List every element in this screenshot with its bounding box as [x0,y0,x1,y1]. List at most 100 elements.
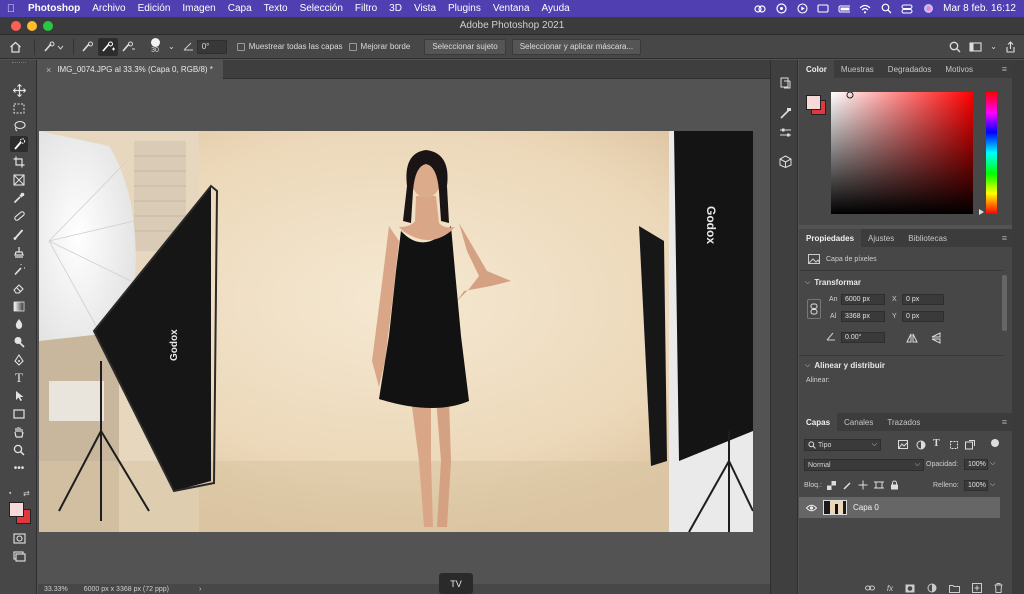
height-field[interactable]: 3368 px [841,311,885,322]
link-layers-icon[interactable] [864,584,875,592]
workspace-icon[interactable] [969,41,982,52]
new-group-icon[interactable] [949,584,961,593]
menu-app-photoshop[interactable]: Photoshop [22,3,86,14]
tab-channels[interactable]: Canales [837,413,880,431]
flip-horizontal-icon[interactable] [906,333,918,345]
clone-stamp-tool[interactable] [10,244,28,260]
quick-selection-tool[interactable] [10,136,28,152]
filter-pixel-icon[interactable] [898,440,908,449]
delete-layer-icon[interactable] [994,583,1003,593]
color-field[interactable] [831,91,973,214]
clock[interactable]: Mar 8 feb. 16:12 [943,3,1016,14]
close-window-button[interactable] [11,21,21,31]
control-icon[interactable] [817,3,829,14]
lock-all-icon[interactable] [890,480,899,490]
blend-mode-select[interactable]: Normal ⌵ [804,459,924,471]
tab-layers[interactable]: Capas [799,413,838,431]
menu-imagen[interactable]: Imagen [176,3,221,14]
creative-cloud-icon[interactable] [754,3,766,14]
angle-field[interactable]: 0° [196,39,227,54]
enhance-edge-checkbox[interactable]: Mejorar borde [348,42,410,51]
select-subject-button[interactable]: Seleccionar sujeto [424,38,506,55]
fill-field[interactable]: 100% [964,480,988,491]
foreground-color-swatch[interactable] [9,502,24,517]
edit-toolbar-button[interactable]: ••• [10,460,28,476]
menu-edicion[interactable]: Edición [132,3,177,14]
hand-tool[interactable] [10,424,28,440]
tab-swatches[interactable]: Muestras [834,60,881,78]
brush-settings-panel-icon[interactable] [776,105,794,121]
type-tool[interactable]: T [10,370,28,386]
canvas-area[interactable]: Godox Godox [38,79,770,584]
transform-section-header[interactable]: ⌵ Transformar [805,278,861,287]
tab-libraries[interactable]: Bibliotecas [901,229,954,247]
menu-vista[interactable]: Vista [408,3,442,14]
properties-scrollbar[interactable] [1002,275,1007,331]
filter-adjustment-icon[interactable] [916,440,926,450]
healing-brush-tool[interactable] [10,208,28,224]
status-menu-arrow-icon[interactable]: › [199,586,201,593]
link-dimensions-button[interactable] [807,299,821,319]
move-tool[interactable] [10,82,28,98]
layer-filter-kind-select[interactable]: Tipo ⌵ [804,439,881,451]
evernote-icon[interactable] [775,3,787,14]
chevron-down-icon[interactable]: ⌄ [168,42,175,51]
eraser-tool[interactable] [10,280,28,296]
document-canvas[interactable]: Godox Godox [39,131,753,532]
layer-name[interactable]: Capa 0 [853,503,879,512]
menu-ayuda[interactable]: Ayuda [536,3,576,14]
pen-tool[interactable] [10,352,28,368]
subtract-from-selection-mode-button[interactable] [118,38,138,56]
tool-preset-picker[interactable] [39,38,69,56]
rectangle-tool[interactable] [10,406,28,422]
crop-tool[interactable] [10,154,28,170]
dodge-tool[interactable] [10,334,28,350]
sample-all-layers-checkbox[interactable]: Muestrear todas las capas [236,42,343,51]
hue-slider[interactable] [986,92,997,214]
history-brush-tool[interactable] [10,262,28,278]
path-selection-tool[interactable] [10,388,28,404]
add-mask-icon[interactable] [905,584,915,593]
panel-menu-icon[interactable]: ≡ [1002,64,1007,74]
zoom-tool[interactable] [10,442,28,458]
panel-menu-icon[interactable]: ≡ [1002,417,1007,427]
apple-icon[interactable]:  [0,3,22,15]
default-colors-icon[interactable]: ▪ [9,490,11,497]
tab-color[interactable]: Color [799,60,834,78]
menu-capa[interactable]: Capa [222,3,258,14]
add-to-selection-mode-button[interactable] [98,37,118,56]
wifi-icon[interactable] [859,3,871,14]
adjustments-panel-icon[interactable] [776,124,794,140]
quick-mask-button[interactable] [10,530,28,546]
layer-row[interactable]: Capa 0 [799,497,1000,518]
layer-visibility-eye-icon[interactable] [799,504,823,512]
tab-adjustments[interactable]: Ajustes [861,229,901,247]
flip-vertical-icon[interactable] [931,332,941,346]
menu-ventana[interactable]: Ventana [487,3,536,14]
home-button[interactable] [0,38,30,56]
opacity-field[interactable]: 100% [964,459,988,470]
menu-3d[interactable]: 3D [383,3,408,14]
menu-filtro[interactable]: Filtro [349,3,383,14]
filter-type-icon[interactable]: T [933,438,940,449]
hue-slider-handle[interactable] [979,209,984,215]
lock-position-icon[interactable] [858,480,868,490]
panel-menu-icon[interactable]: ≡ [1002,233,1007,243]
menu-texto[interactable]: Texto [258,3,294,14]
chevron-down-icon[interactable]: ⌵ [990,481,995,489]
brush-tool[interactable] [10,226,28,242]
history-panel-icon[interactable] [776,74,794,90]
battery-icon[interactable] [838,3,851,14]
filter-toggle-icon[interactable] [991,439,999,447]
tab-patterns[interactable]: Motivos [938,60,980,78]
minimize-window-button[interactable] [27,21,37,31]
search-icon[interactable] [949,41,961,53]
spotlight-search-icon[interactable] [880,3,892,14]
tab-paths[interactable]: Trazados [880,413,927,431]
brush-size-picker[interactable]: 30 [142,38,168,56]
gradient-tool[interactable] [10,298,28,314]
lock-transparent-pixels-icon[interactable] [827,481,836,490]
color-panel-foreground-swatch[interactable] [806,95,821,110]
menu-archivo[interactable]: Archivo [86,3,131,14]
screen-mode-button[interactable] [10,548,28,564]
